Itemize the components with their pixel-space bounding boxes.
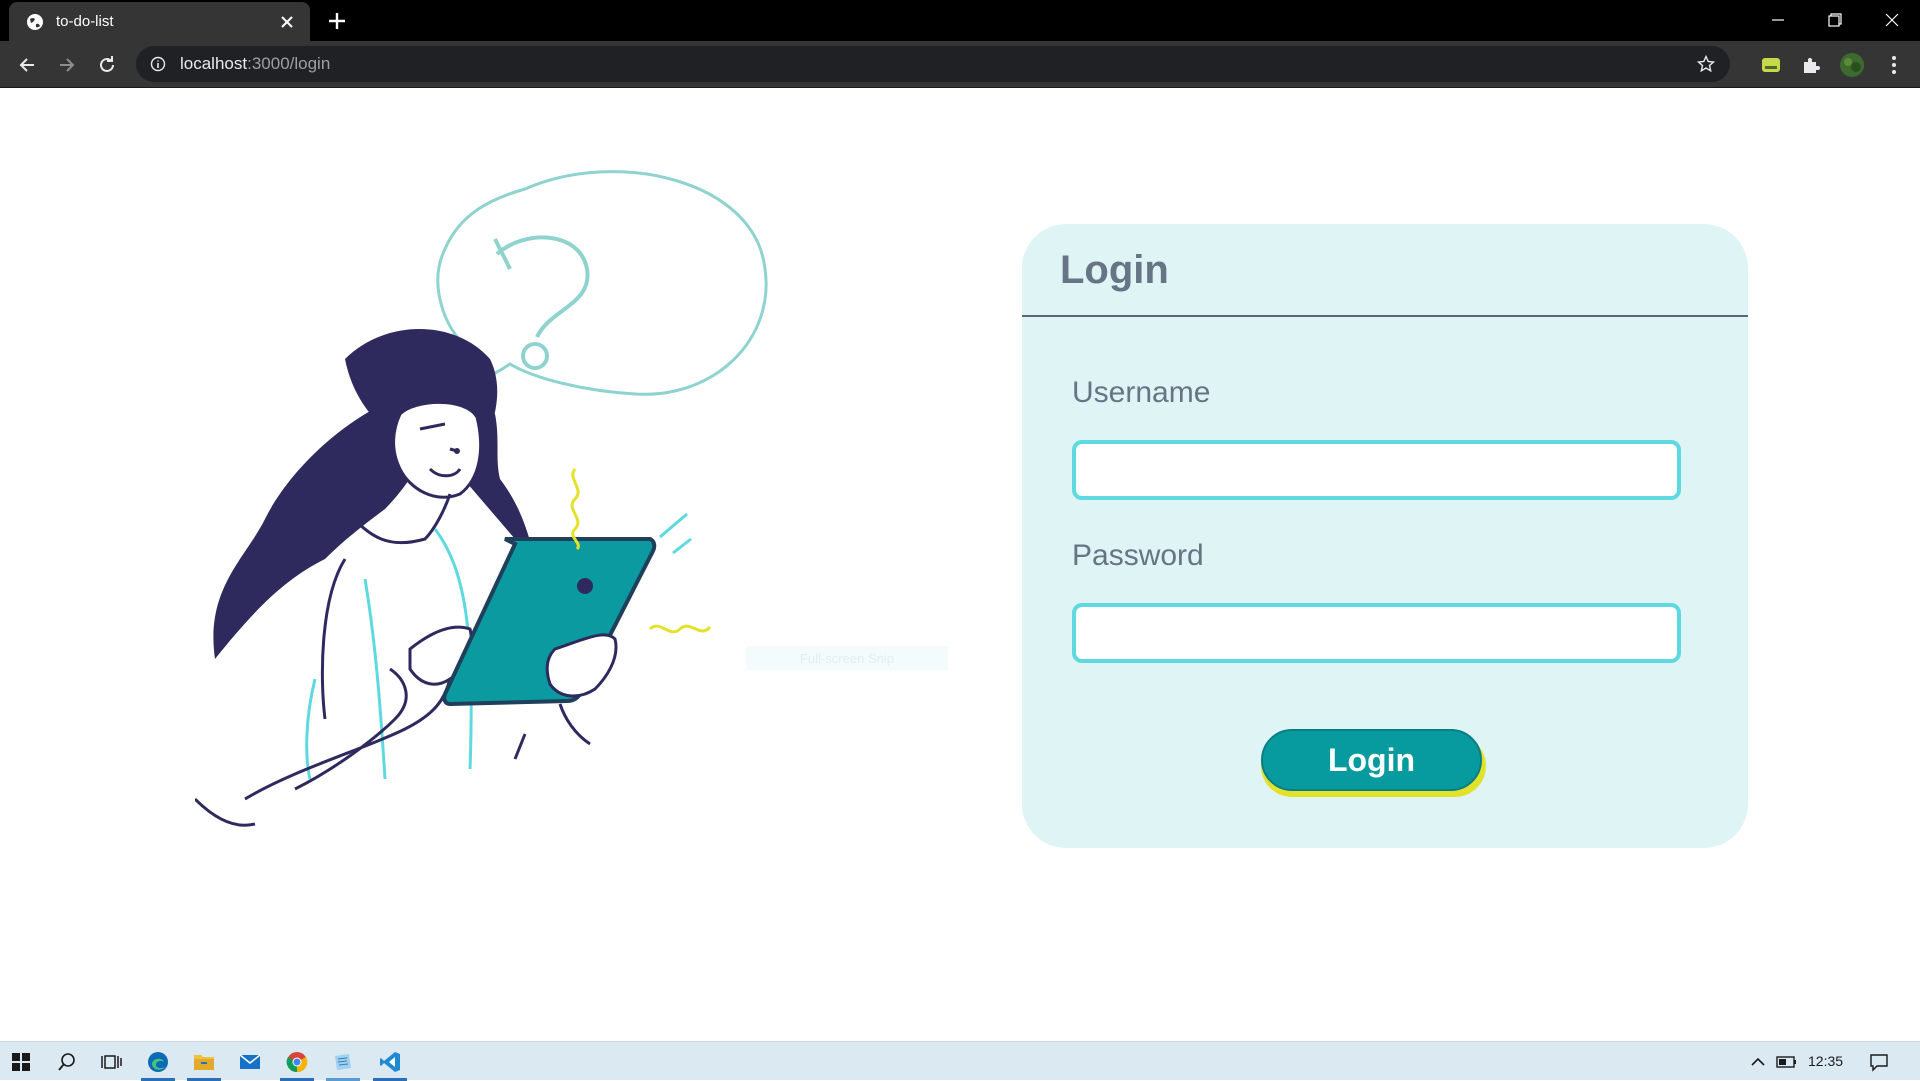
globe-icon bbox=[26, 13, 44, 31]
mail-icon[interactable] bbox=[229, 1042, 271, 1081]
minimize-icon[interactable] bbox=[1749, 0, 1806, 39]
login-button[interactable]: Login bbox=[1261, 729, 1482, 791]
login-card: Login Username Password Login bbox=[1022, 224, 1748, 848]
profile-avatar[interactable] bbox=[1836, 49, 1868, 81]
file-explorer-icon[interactable] bbox=[183, 1042, 225, 1081]
login-title: Login bbox=[1060, 248, 1169, 292]
snip-overlay-label: Full-screen Snip bbox=[746, 646, 948, 670]
forward-icon[interactable] bbox=[51, 49, 83, 81]
windows-taskbar: 12:35 bbox=[0, 1041, 1920, 1081]
chrome-icon[interactable] bbox=[276, 1042, 318, 1081]
start-icon[interactable] bbox=[0, 1042, 42, 1081]
notepad-icon[interactable] bbox=[322, 1042, 364, 1081]
username-input[interactable] bbox=[1076, 444, 1677, 496]
close-window-icon[interactable] bbox=[1863, 0, 1920, 39]
browser-tab[interactable]: to-do-list bbox=[9, 2, 310, 41]
tab-close-icon[interactable] bbox=[278, 13, 296, 31]
woman-tablet-illustration bbox=[193, 159, 795, 859]
menu-kebab-icon[interactable] bbox=[1878, 49, 1910, 81]
address-bar[interactable]: localhost:3000/login bbox=[136, 46, 1730, 82]
reload-icon[interactable] bbox=[91, 49, 123, 81]
extensions-puzzle-icon[interactable] bbox=[1795, 49, 1827, 81]
browser-tab-strip: to-do-list bbox=[0, 0, 1920, 41]
browser-toolbar: localhost:3000/login bbox=[0, 41, 1920, 88]
tab-title: to-do-list bbox=[56, 13, 114, 30]
new-tab-button[interactable] bbox=[324, 8, 350, 34]
edge-icon[interactable] bbox=[137, 1042, 179, 1081]
username-field[interactable] bbox=[1072, 440, 1681, 500]
task-view-icon[interactable] bbox=[91, 1042, 133, 1081]
extension-yellow-icon[interactable] bbox=[1755, 49, 1787, 81]
vscode-icon[interactable] bbox=[369, 1042, 411, 1081]
password-input[interactable] bbox=[1076, 607, 1677, 659]
login-card-header: Login bbox=[1022, 224, 1748, 317]
notification-icon[interactable] bbox=[1858, 1042, 1900, 1081]
password-field[interactable] bbox=[1072, 603, 1681, 663]
back-icon[interactable] bbox=[11, 49, 43, 81]
taskbar-clock[interactable]: 12:35 bbox=[1808, 1053, 1843, 1069]
restore-icon[interactable] bbox=[1806, 0, 1863, 39]
password-label: Password bbox=[1072, 539, 1204, 572]
page-content: Full-screen Snip Login Username Password… bbox=[0, 89, 1920, 1041]
username-label: Username bbox=[1072, 376, 1211, 409]
battery-icon[interactable] bbox=[1766, 1042, 1808, 1081]
bookmark-star-icon[interactable] bbox=[1696, 54, 1716, 74]
search-icon[interactable] bbox=[46, 1042, 88, 1081]
url-text: localhost:3000/login bbox=[180, 54, 331, 73]
site-info-icon[interactable] bbox=[149, 55, 167, 73]
